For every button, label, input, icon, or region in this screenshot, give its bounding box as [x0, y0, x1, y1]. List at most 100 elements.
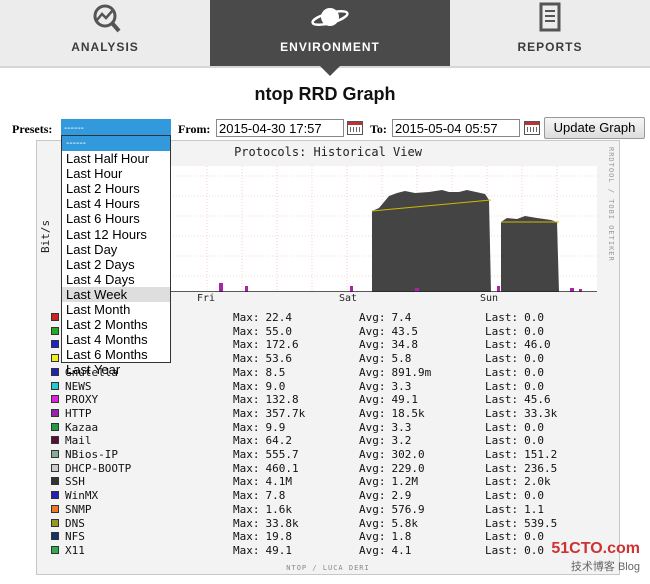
- legend-avg-value: 3.3: [391, 420, 412, 434]
- nav-analysis-label: ANALYSIS: [71, 40, 139, 54]
- legend-max-value: 555.7: [265, 448, 299, 461]
- legend-avg-label: Avg:: [359, 489, 386, 503]
- preset-option[interactable]: Last 4 Hours: [62, 196, 170, 211]
- preset-option[interactable]: ------: [62, 136, 170, 152]
- update-graph-button[interactable]: Update Graph: [544, 117, 645, 139]
- legend-last-value: 0.0: [524, 365, 544, 379]
- preset-option[interactable]: Last 4 Months: [62, 332, 170, 347]
- to-date-input[interactable]: 2015-05-04 05:57: [392, 119, 520, 137]
- preset-option[interactable]: Last 4 Days: [62, 272, 170, 287]
- legend-last: Last: 2.0k: [485, 475, 551, 488]
- legend-max-value: 64.2: [265, 434, 293, 448]
- legend-avg-label: Avg:: [359, 543, 386, 557]
- legend-avg-label: Avg:: [359, 420, 386, 434]
- ssh-traffic-area-2: [501, 216, 559, 292]
- legend-last: Last: 46.0: [485, 338, 551, 351]
- legend-last-label: Last:: [485, 406, 519, 420]
- preset-option[interactable]: Last 6 Months: [62, 347, 170, 362]
- preset-option[interactable]: Last Year: [62, 362, 170, 377]
- graph-footer: NTOP / LUCA DERI: [286, 564, 370, 572]
- preset-option[interactable]: Last 6 Hours: [62, 211, 170, 226]
- legend-max-value: 22.4: [265, 311, 293, 324]
- legend-swatch: [51, 504, 59, 513]
- http-spike: [219, 283, 223, 292]
- http-spike: [245, 286, 248, 292]
- legend-avg: Avg: 7.4: [359, 311, 411, 324]
- legend-avg-value: 43.5: [391, 324, 419, 338]
- analysis-icon: [93, 4, 121, 33]
- presets-dropdown[interactable]: ------ Last Half Hour Last Hour Last 2 Hour…: [61, 135, 171, 377]
- planet-icon: [311, 8, 349, 26]
- preset-option[interactable]: Last Week: [62, 286, 170, 303]
- legend-max: Max: 8.5: [233, 366, 285, 379]
- nav-analysis[interactable]: ANALYSIS: [0, 0, 210, 66]
- legend-max: Max: 9.0: [233, 380, 285, 393]
- legend-last-value: 0.0: [524, 324, 544, 338]
- preset-option[interactable]: Last 2 Hours: [62, 181, 170, 196]
- legend-last: Last: 0.0: [485, 352, 544, 365]
- legend-max: Max: 53.6: [233, 352, 292, 365]
- legend-protocol-name: NBios-IP: [65, 448, 118, 461]
- legend-last-value: 539.5: [524, 516, 558, 530]
- legend-last: Last: 45.6: [485, 393, 551, 406]
- from-calendar-icon[interactable]: [347, 121, 363, 135]
- legend-last-value: 0.0: [524, 489, 544, 503]
- legend-last-label: Last:: [485, 420, 519, 434]
- legend-max-label: Max:: [233, 434, 260, 448]
- legend-avg-label: Avg:: [359, 516, 386, 530]
- legend-last: Last: 0.0: [485, 311, 544, 324]
- legend-last-label: Last:: [485, 461, 519, 475]
- legend-avg-value: 7.4: [391, 311, 412, 324]
- presets-label: Presets:: [12, 122, 53, 136]
- preset-option[interactable]: Last Half Hour: [62, 151, 170, 166]
- legend-max-value: 1.6k: [265, 502, 293, 516]
- legend-max-value: 55.0: [265, 324, 293, 338]
- legend-last-value: 45.6: [524, 393, 551, 407]
- legend-max-label: Max:: [233, 379, 260, 393]
- legend-last-value: 236.5: [524, 461, 558, 475]
- preset-option[interactable]: Last Month: [62, 302, 170, 317]
- legend-swatch: [51, 354, 59, 363]
- nav-environment[interactable]: ENVIRONMENT: [210, 0, 450, 76]
- legend-last: Last: 0.0: [485, 380, 544, 393]
- legend-avg: Avg: 34.8: [359, 338, 418, 351]
- legend-avg-label: Avg:: [359, 338, 386, 352]
- legend-avg-label: Avg:: [359, 448, 386, 461]
- legend-last-value: 0.0: [524, 352, 544, 366]
- legend-protocol-name: SNMP: [65, 502, 92, 516]
- legend-avg-label: Avg:: [359, 393, 386, 407]
- to-calendar-icon[interactable]: [524, 121, 540, 135]
- legend-avg-value: 34.8: [391, 338, 419, 352]
- legend-max-value: 53.6: [265, 352, 293, 366]
- preset-option[interactable]: Last 2 Months: [62, 317, 170, 332]
- legend-avg-label: Avg:: [359, 379, 386, 393]
- legend-avg: Avg: 5.8: [359, 352, 411, 365]
- watermark: 51CTO.com 技术博客 Blog: [551, 540, 640, 574]
- nav-reports[interactable]: REPORTS: [450, 0, 650, 66]
- legend-max: Max: 460.1: [233, 462, 299, 475]
- legend-avg-label: Avg:: [359, 352, 386, 366]
- legend-protocol-name: X11: [65, 543, 85, 557]
- legend-swatch: [51, 532, 59, 541]
- reports-icon: [539, 2, 561, 32]
- legend-max-label: Max:: [233, 352, 260, 366]
- graph-plot-area: [167, 166, 597, 292]
- legend-last-value: 0.0: [524, 530, 544, 544]
- legend-max-label: Max:: [233, 324, 260, 338]
- nav-environment-label: ENVIRONMENT: [280, 40, 380, 54]
- legend-avg-label: Avg:: [359, 311, 386, 324]
- x-tick-sat: Sat: [339, 293, 358, 304]
- legend-max: Max: 172.6: [233, 338, 299, 351]
- legend-swatch: [51, 395, 59, 404]
- legend-last-value: 46.0: [524, 338, 551, 352]
- http-spike: [350, 286, 353, 292]
- preset-option[interactable]: Last Day: [62, 242, 170, 257]
- legend-last: Last: 1.1: [485, 503, 544, 516]
- preset-option[interactable]: Last 2 Days: [62, 257, 170, 272]
- presets-select[interactable]: ------: [61, 119, 171, 136]
- preset-option[interactable]: Last 12 Hours: [62, 227, 170, 242]
- from-date-input[interactable]: 2015-04-30 17:57: [216, 119, 344, 137]
- preset-option[interactable]: Last Hour: [62, 166, 170, 181]
- legend-max-value: 49.1: [265, 543, 293, 557]
- legend-avg-label: Avg:: [359, 365, 386, 379]
